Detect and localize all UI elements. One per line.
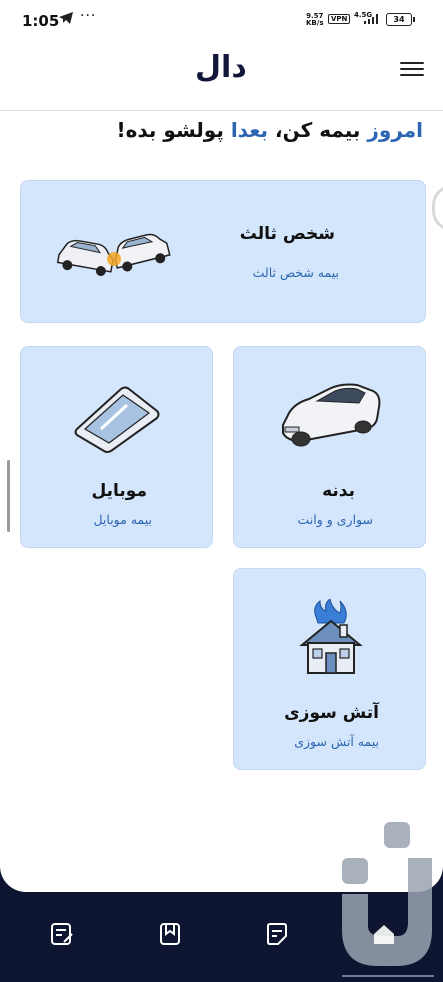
tagline-insure: بیمه کن، bbox=[268, 118, 368, 142]
scroll-indicator[interactable] bbox=[7, 460, 10, 532]
speed-unit: KB/s bbox=[306, 19, 324, 27]
app-logo[interactable]: دال bbox=[195, 50, 247, 85]
bookmark-icon[interactable] bbox=[156, 920, 184, 948]
card-title: آتش سوزی bbox=[284, 703, 379, 723]
bottom-navigation bbox=[0, 892, 443, 982]
tagline-later: بعدا bbox=[230, 118, 269, 142]
edge-gesture-indicator bbox=[432, 185, 443, 231]
telegram-icon bbox=[59, 12, 73, 24]
card-title: بدنه bbox=[322, 481, 355, 501]
network-speed: 9.57 KB/s bbox=[306, 13, 323, 27]
status-bar: 1:05 ··· 9.57 KB/s VPN 4.5G 34 bbox=[0, 0, 443, 40]
car-icon bbox=[282, 383, 381, 447]
status-time: 1:05 bbox=[22, 12, 60, 30]
home-indicator bbox=[342, 975, 434, 977]
document-icon[interactable] bbox=[263, 920, 291, 948]
vpn-badge: VPN bbox=[328, 14, 351, 24]
more-notifications-icon: ··· bbox=[80, 8, 97, 24]
hamburger-icon[interactable] bbox=[400, 58, 424, 78]
home-icon[interactable] bbox=[370, 920, 398, 948]
app-screen: 1:05 ··· 9.57 KB/s VPN 4.5G 34 دال امروز… bbox=[0, 0, 443, 892]
app-header: دال bbox=[0, 40, 443, 111]
card-subtitle: بیمه آتش سوزی bbox=[294, 734, 379, 749]
tagline-pay: پولشو بده! bbox=[116, 118, 231, 142]
card-title: شخص ثالث bbox=[239, 224, 335, 244]
card-third-party-insurance[interactable]: شخص ثالث بیمه شخص ثالث bbox=[20, 180, 426, 323]
tagline-today: امروز bbox=[367, 118, 423, 142]
notes-icon[interactable] bbox=[48, 920, 76, 948]
card-subtitle: بیمه موبایل bbox=[93, 512, 152, 527]
card-mobile-insurance[interactable]: موبایل بیمه موبایل bbox=[20, 346, 213, 548]
card-subtitle: بیمه شخص ثالث bbox=[252, 265, 339, 280]
car-crash-icon bbox=[56, 233, 171, 277]
card-title: موبایل bbox=[91, 481, 147, 501]
tagline: امروز بیمه کن، بعدا پولشو بده! bbox=[116, 118, 423, 142]
card-subtitle: سواری و وانت bbox=[297, 512, 373, 527]
signal-icon bbox=[364, 14, 378, 24]
card-fire-insurance[interactable]: آتش سوزی بیمه آتش سوزی bbox=[233, 568, 426, 770]
burning-house-icon bbox=[299, 599, 363, 674]
smartphone-icon bbox=[74, 386, 160, 453]
battery-icon: 34 bbox=[386, 13, 415, 26]
card-body-insurance[interactable]: بدنه سواری و وانت bbox=[233, 346, 426, 548]
